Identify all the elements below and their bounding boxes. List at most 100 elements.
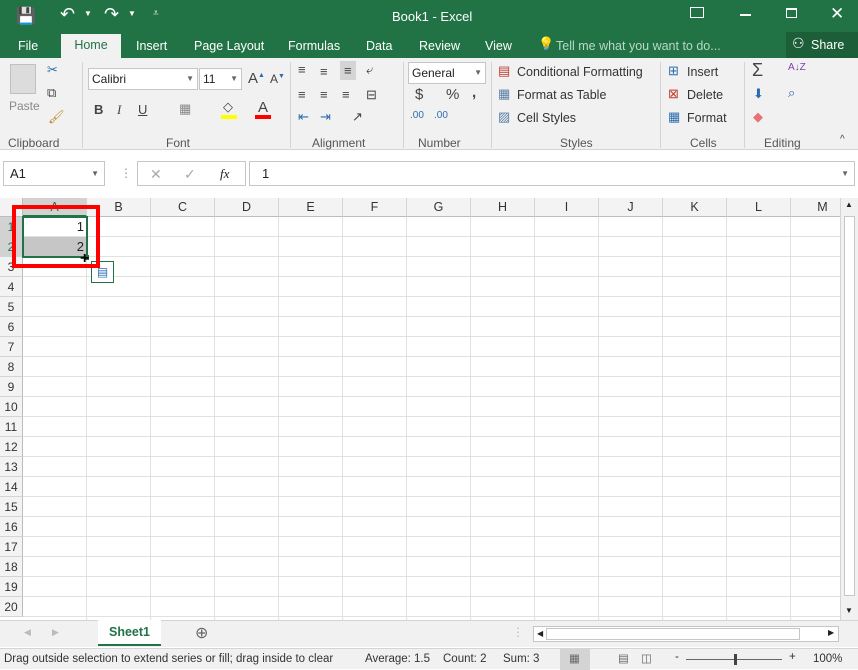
increase-font-icon[interactable]: A▲ [248,70,265,87]
column-header-H[interactable]: H [471,198,535,217]
align-right-icon[interactable]: ≡ [342,87,350,102]
maximize-icon[interactable] [786,8,797,18]
row-header-13[interactable]: 13 [0,457,23,477]
tab-file[interactable]: File [10,36,46,58]
number-format-select[interactable]: General ▼ [408,62,486,84]
align-center-icon[interactable]: ≡ [320,87,328,102]
tab-page-layout[interactable]: Page Layout [186,36,272,58]
row-header-18[interactable]: 18 [0,557,23,577]
column-header-J[interactable]: J [599,198,663,217]
zoom-in-icon[interactable]: + [789,651,796,663]
sheet-prev-icon[interactable]: ◀ [24,627,31,638]
comma-button[interactable]: , [472,84,476,101]
enter-icon[interactable]: ✓ [184,164,196,184]
insert-cells-button[interactable]: Insert [687,65,718,79]
new-sheet-icon[interactable]: ⊕ [195,623,208,643]
conditional-formatting-button[interactable]: Conditional Formatting [517,65,643,79]
align-bottom-icon[interactable]: ≡ [340,61,356,80]
redo-icon[interactable]: ↷ [104,4,119,25]
column-header-C[interactable]: C [151,198,215,217]
cut-icon[interactable]: ✂ [47,62,58,78]
autosum-button[interactable]: Σ [752,60,763,81]
row-header-19[interactable]: 19 [0,577,23,597]
row-header-8[interactable]: 8 [0,357,23,377]
font-size-select[interactable]: 11 ▼ [199,68,242,90]
vertical-scrollbar[interactable]: ▲ ▼ [840,198,858,620]
save-icon[interactable]: 💾 [16,6,36,26]
orientation-icon[interactable]: ↗ [352,109,363,125]
status-sum[interactable]: Sum: 3 [503,653,539,665]
row-header-12[interactable]: 12 [0,437,23,457]
currency-button[interactable]: $ [415,86,423,103]
merge-center-icon[interactable]: ⊟ [366,87,377,103]
scroll-left-icon[interactable]: ◀ [537,629,543,638]
column-header-M[interactable]: M [791,198,840,217]
minimize-icon[interactable] [740,14,751,16]
normal-view-button[interactable]: ▦ [560,649,590,670]
cell-styles-button[interactable]: Cell Styles [517,111,576,125]
row-header-10[interactable]: 10 [0,397,23,417]
name-box[interactable]: A1 ▼ [3,161,105,186]
scroll-right-icon[interactable]: ▶ [828,628,834,637]
row-header-6[interactable]: 6 [0,317,23,337]
tab-review[interactable]: Review [411,36,468,58]
row-header-7[interactable]: 7 [0,337,23,357]
row-header-20[interactable]: 20 [0,597,23,617]
fill-color-icon[interactable]: ◇ [223,99,233,115]
sort-filter-icon[interactable]: A↓Z [788,62,806,73]
font-color-button[interactable]: A [258,99,268,116]
delete-cells-button[interactable]: Delete [687,88,723,102]
row-header-11[interactable]: 11 [0,417,23,437]
paste-icon[interactable] [10,64,36,94]
status-count[interactable]: Count: 2 [443,653,486,665]
scroll-up-icon[interactable]: ▲ [845,200,853,209]
cancel-icon[interactable]: ✕ [150,164,162,184]
decrease-indent-icon[interactable]: ⇤ [298,109,309,125]
row-header-9[interactable]: 9 [0,377,23,397]
font-name-select[interactable]: Calibri ▼ [88,68,198,90]
row-header-15[interactable]: 15 [0,497,23,517]
italic-button[interactable]: I [117,102,121,118]
zoom-slider-thumb[interactable] [734,654,737,665]
collapse-ribbon-icon[interactable]: ^ [840,134,845,145]
column-header-F[interactable]: F [343,198,407,217]
scroll-down-icon[interactable]: ▼ [845,606,853,615]
row-header-5[interactable]: 5 [0,297,23,317]
share-button[interactable]: ⚇ Share [786,32,858,58]
paste-button[interactable]: Paste [9,99,40,113]
fill-icon[interactable]: ⬇ [753,86,764,102]
page-break-view-icon[interactable]: ◫ [641,651,652,665]
insert-function-icon[interactable]: fx [220,164,229,184]
percent-button[interactable]: % [446,86,459,103]
align-middle-icon[interactable]: ≡ [320,64,328,79]
vertical-scroll-thumb[interactable] [844,216,855,596]
close-icon[interactable]: ✕ [830,4,844,24]
format-painter-icon[interactable]: 🖌 [48,109,65,125]
column-header-L[interactable]: L [727,198,791,217]
column-header-D[interactable]: D [215,198,279,217]
formula-input[interactable]: 1 ▼ [249,161,855,186]
bold-button[interactable]: B [94,102,103,117]
status-average[interactable]: Average: 1.5 [365,653,430,665]
find-select-icon[interactable]: ⌕ [788,85,795,101]
clear-icon[interactable]: ◆ [753,109,763,125]
increase-decimal-button[interactable]: .00 [410,110,424,121]
row-header-16[interactable]: 16 [0,517,23,537]
borders-icon[interactable]: ▦ [179,101,191,117]
copy-icon[interactable]: ⧉ [47,85,56,101]
align-top-icon[interactable]: ≡ [298,62,306,77]
horizontal-scroll-thumb[interactable] [546,628,800,640]
column-header-G[interactable]: G [407,198,471,217]
row-header-17[interactable]: 17 [0,537,23,557]
zoom-out-icon[interactable]: - [675,651,679,663]
wrap-text-icon[interactable]: ⤶ [366,62,373,78]
page-layout-view-icon[interactable]: ▤ [618,651,629,665]
ribbon-display-icon[interactable] [690,7,704,18]
tab-data[interactable]: Data [358,36,400,58]
customize-qat-icon[interactable]: ⩡ [153,8,159,19]
redo-dropdown-icon[interactable]: ▼ [128,9,136,18]
tab-formulas[interactable]: Formulas [280,36,348,58]
split-handle-icon[interactable]: ⋮ [512,625,524,639]
align-left-icon[interactable]: ≡ [298,87,306,102]
column-header-I[interactable]: I [535,198,599,217]
